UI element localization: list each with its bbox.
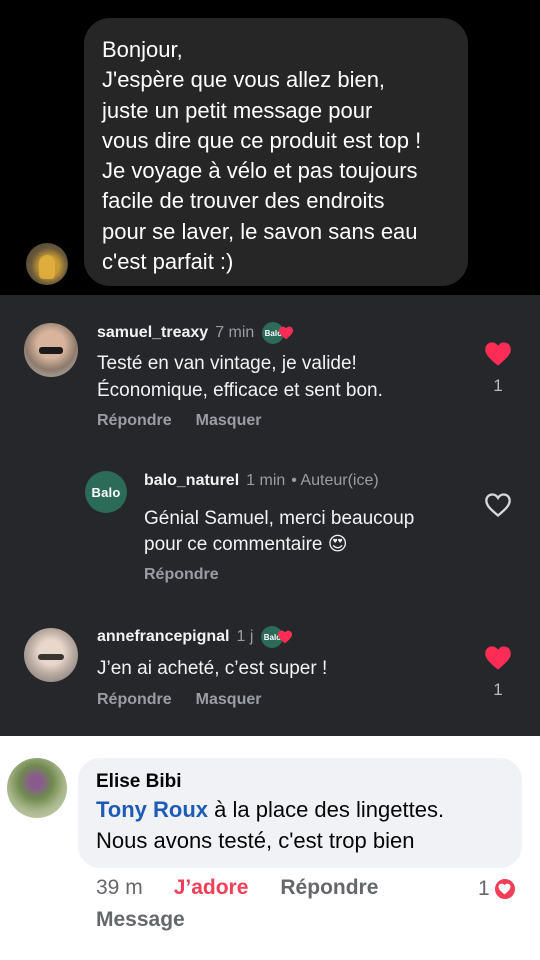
heart-filled-icon xyxy=(278,630,293,644)
comment-meta: annefrancepignal 1 j Balo xyxy=(97,626,293,648)
message-line: juste un petit message pour xyxy=(102,97,373,123)
comment-time: 39 m xyxy=(96,876,143,899)
fb-comment-section: Elise Bibi Tony Roux à la place des ling… xyxy=(0,736,540,960)
sender-avatar[interactable] xyxy=(26,243,68,285)
comment-text-rest: à la place des lingettes. xyxy=(208,797,445,822)
reaction-count: 1 xyxy=(478,877,490,900)
message-line: c'est parfait :) xyxy=(102,249,234,275)
message-line: facile de trouver des endroits xyxy=(102,188,385,214)
user-mention-link[interactable]: Tony Roux xyxy=(96,797,208,822)
comment-username[interactable]: annefrancepignal xyxy=(97,628,229,646)
message-line: vous dire que ce produit est top ! xyxy=(102,127,422,153)
liked-by-author-badge: Balo xyxy=(261,626,293,648)
message-line: J'espère que vous allez bien, xyxy=(102,67,386,93)
reaction-summary[interactable]: 1 xyxy=(478,877,517,901)
message-bubble[interactable]: Bonjour, J'espère que vous allez bien, j… xyxy=(84,18,468,286)
comment-text: Nous avons testé, c'est trop bien xyxy=(96,828,415,853)
love-button[interactable]: J’adore xyxy=(174,876,249,900)
message-button[interactable]: Message xyxy=(96,908,185,932)
comment-item: annefrancepignal 1 j Balo J’en ai acheté… xyxy=(0,295,540,736)
message-line: Je voyage à vélo et pas toujours xyxy=(102,158,418,184)
avatar[interactable] xyxy=(7,758,67,818)
avatar[interactable] xyxy=(24,628,78,682)
reply-button[interactable]: Répondre xyxy=(97,691,172,709)
comment-time: 1 j xyxy=(236,628,254,645)
like-count: 1 xyxy=(493,680,503,699)
comment-actions: Répondre Masquer xyxy=(97,691,261,709)
message-line: Bonjour, xyxy=(102,37,183,62)
love-reaction-icon xyxy=(492,877,517,901)
comment-text: J’en ai acheté, c’est super ! xyxy=(97,658,328,679)
comment-text: Tony Roux à la place des lingettes. xyxy=(96,794,504,825)
dm-message-section: Bonjour, J'espère que vous allez bien, j… xyxy=(0,0,540,295)
comment-thread: samuel_treaxy 7 min Balo Testé en van vi… xyxy=(0,295,540,736)
comment-actions: 39 m J’adore Répondre xyxy=(96,876,378,900)
commenter-name[interactable]: Elise Bibi xyxy=(96,770,504,794)
hide-button[interactable]: Masquer xyxy=(196,691,262,709)
reply-button[interactable]: Répondre xyxy=(280,876,378,900)
message-line: pour se laver, le savon sans eau xyxy=(102,218,418,244)
heart-filled-icon[interactable] xyxy=(484,645,512,671)
comment-bubble[interactable]: Elise Bibi Tony Roux à la place des ling… xyxy=(78,758,522,868)
